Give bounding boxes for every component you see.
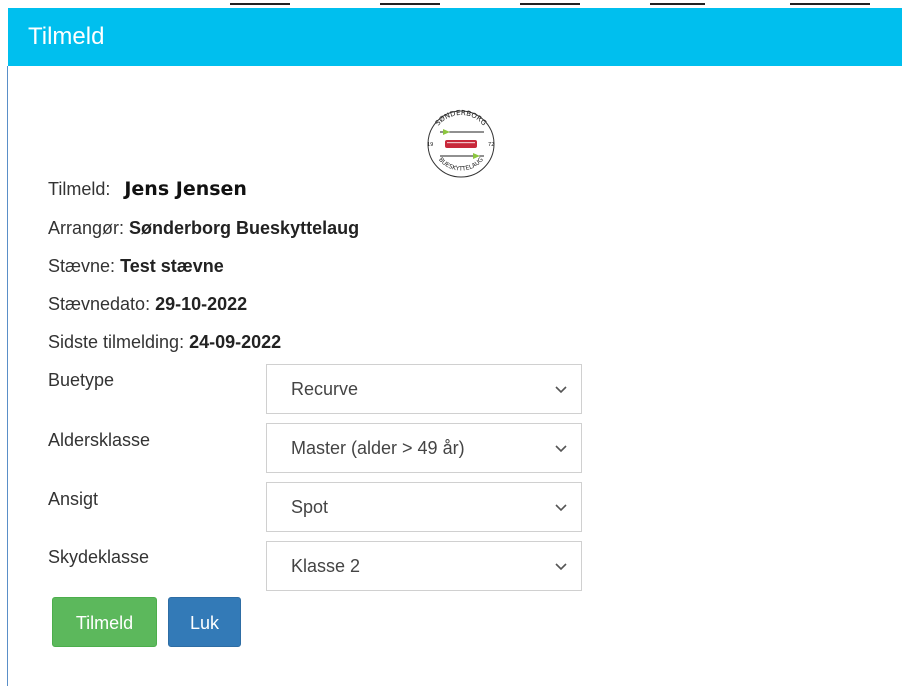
ansigt-label: Ansigt — [48, 489, 99, 509]
logo-red-bar — [445, 140, 477, 148]
logo-year-left: 19 — [427, 142, 433, 148]
skydeklasse-label: Skydeklasse — [48, 547, 150, 567]
aldersklasse-label: Aldersklasse — [48, 430, 151, 450]
staevne-value: Test stævne — [120, 256, 224, 276]
chevron-down-icon — [555, 504, 567, 512]
skydeklasse-selected-value: Klasse 2 — [291, 556, 361, 576]
info-tilmeld: Tilmeld: Jens Jensen — [48, 178, 247, 200]
close-button[interactable]: Luk — [168, 597, 241, 647]
chevron-down-icon — [555, 445, 567, 453]
tilmeld-label: Tilmeld: — [48, 179, 111, 199]
modal-header: Tilmeld — [8, 8, 902, 66]
sidste-value: 24-09-2022 — [189, 332, 282, 352]
buetype-selected-value: Recurve — [291, 379, 359, 399]
arrangor-value: Sønderborg Bueskyttelaug — [129, 218, 360, 238]
info-sidste-tilmelding: Sidste tilmelding: 24-09-2022 — [48, 331, 281, 353]
info-staevnedato: Stævnedato: 29-10-2022 — [48, 293, 247, 315]
aldersklasse-selected-value: Master (alder > 49 år) — [291, 438, 465, 458]
background-line — [380, 3, 440, 5]
info-arrangor: Arrangør: Sønderborg Bueskyttelaug — [48, 217, 359, 239]
chevron-down-icon — [555, 386, 567, 394]
background-line — [230, 3, 290, 5]
chevron-down-icon — [555, 563, 567, 571]
staevnedato-label: Stævnedato: — [48, 294, 151, 314]
staevne-label: Stævne: — [48, 256, 116, 276]
skydeklasse-select[interactable]: Klasse 2 — [266, 541, 582, 591]
buetype-select[interactable]: Recurve — [266, 364, 582, 414]
background-line — [650, 3, 705, 5]
club-logo: SØNDERBORG BUESKYTTELAUG 19 72 — [418, 104, 504, 180]
tilmeld-button[interactable]: Tilmeld — [52, 597, 157, 647]
aldersklasse-select[interactable]: Master (alder > 49 år) — [266, 423, 582, 473]
modal-left-border — [7, 66, 8, 686]
logo-year-right: 72 — [488, 142, 494, 148]
background-line — [790, 3, 870, 5]
tilmeld-name: Jens Jensen — [124, 178, 247, 200]
info-staevne: Stævne: Test stævne — [48, 255, 224, 277]
arrangor-label: Arrangør: — [48, 218, 125, 238]
modal-title: Tilmeld — [28, 23, 105, 50]
ansigt-selected-value: Spot — [291, 497, 329, 517]
ansigt-select[interactable]: Spot — [266, 482, 582, 532]
sidste-label: Sidste tilmelding: — [48, 332, 185, 352]
staevnedato-value: 29-10-2022 — [155, 294, 248, 314]
background-line — [520, 3, 580, 5]
buetype-label: Buetype — [48, 370, 115, 390]
background-page-fragment — [0, 0, 902, 8]
